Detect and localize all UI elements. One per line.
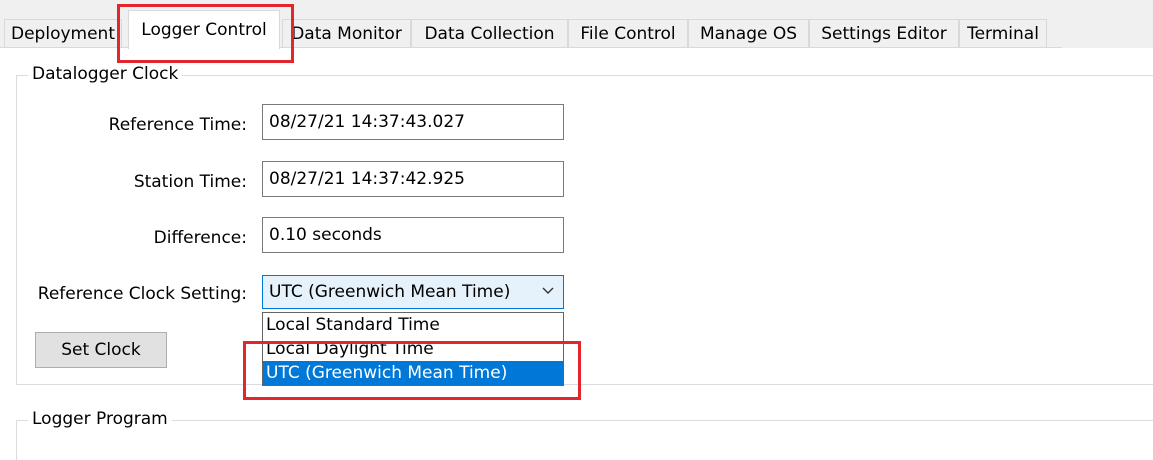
- option-local-standard-time[interactable]: Local Standard Time: [263, 313, 563, 337]
- reference-time-field: 08/27/21 14:37:43.027: [262, 104, 564, 140]
- tab-data-collection[interactable]: Data Collection: [411, 19, 568, 47]
- reference-time-value: 08/27/21 14:37:43.027: [269, 112, 465, 132]
- option-utc[interactable]: UTC (Greenwich Mean Time): [263, 361, 563, 385]
- tab-logger-control[interactable]: Logger Control: [128, 10, 280, 49]
- tab-label: Manage OS: [699, 23, 798, 44]
- tab-label: Data Monitor: [291, 23, 402, 44]
- reference-clock-select[interactable]: UTC (Greenwich Mean Time): [262, 275, 564, 309]
- tab-label: Settings Editor: [821, 23, 947, 44]
- datalogger-clock-title: Datalogger Clock: [28, 64, 183, 84]
- tab-terminal[interactable]: Terminal: [959, 19, 1047, 47]
- reference-time-label: Reference Time:: [108, 115, 247, 135]
- set-clock-button[interactable]: Set Clock: [35, 332, 167, 368]
- reference-clock-setting-label: Reference Clock Setting:: [37, 284, 247, 304]
- tab-settings-editor[interactable]: Settings Editor: [809, 19, 959, 47]
- reference-clock-select-value: UTC (Greenwich Mean Time): [269, 282, 511, 302]
- tab-label: Data Collection: [424, 23, 555, 44]
- tab-label: Terminal: [967, 23, 1039, 44]
- logger-program-title: Logger Program: [28, 409, 172, 429]
- station-time-label: Station Time:: [133, 172, 247, 192]
- reference-clock-dropdown: Local Standard Time Local Daylight Time …: [262, 312, 564, 386]
- station-time-field: 08/27/21 14:37:42.925: [262, 161, 564, 197]
- tab-label: Deployment: [11, 23, 115, 44]
- logger-program-group: [16, 420, 1153, 460]
- set-clock-label: Set Clock: [61, 340, 141, 360]
- tab-label: Logger Control: [141, 20, 267, 40]
- difference-label: Difference:: [153, 228, 247, 248]
- chevron-down-icon[interactable]: [541, 283, 555, 297]
- station-time-value: 08/27/21 14:37:42.925: [269, 169, 465, 189]
- tab-data-monitor[interactable]: Data Monitor: [282, 19, 411, 47]
- difference-field: 0.10 seconds: [262, 217, 564, 253]
- tab-manage-os[interactable]: Manage OS: [688, 19, 809, 47]
- tab-bar: Deployment Logger Control Data Monitor D…: [0, 0, 1153, 49]
- tab-deployment[interactable]: Deployment: [4, 19, 122, 47]
- tab-file-control[interactable]: File Control: [568, 19, 688, 47]
- option-local-daylight-time[interactable]: Local Daylight Time: [263, 337, 563, 361]
- logger-control-panel: Datalogger Clock Reference Time: 08/27/2…: [0, 48, 1153, 460]
- tab-label: File Control: [580, 23, 676, 44]
- difference-value: 0.10 seconds: [269, 225, 382, 245]
